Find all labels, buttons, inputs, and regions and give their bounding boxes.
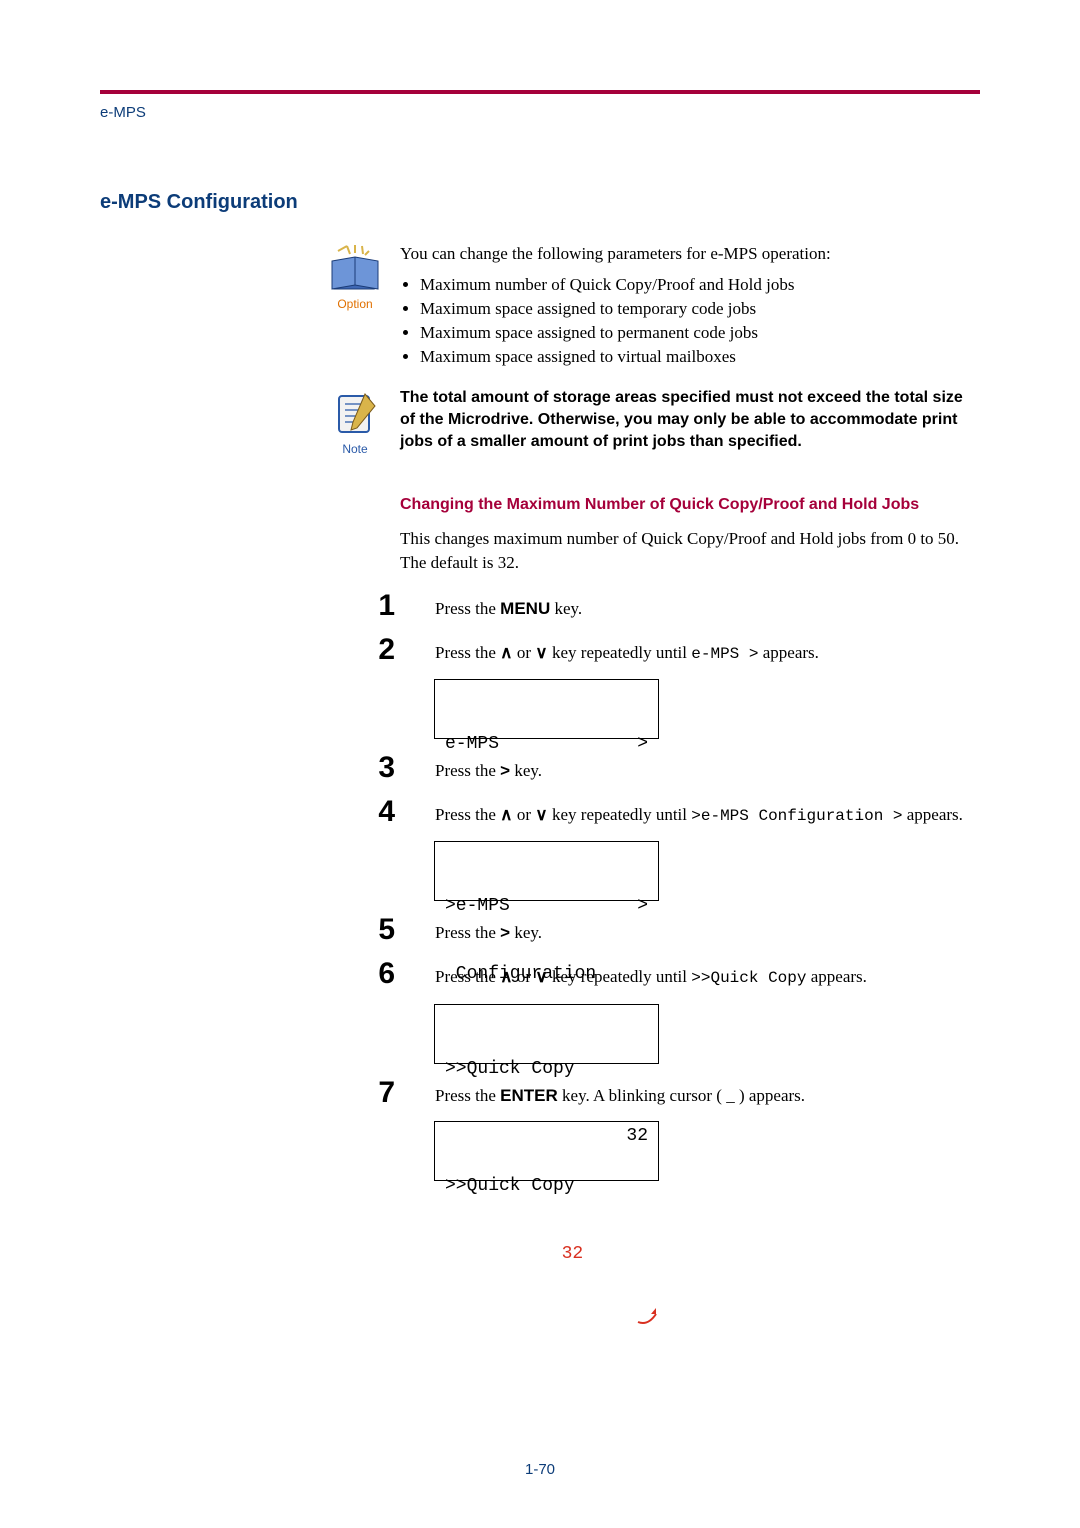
lcd-text: >e-MPS: [445, 895, 510, 918]
step-text-fragment: or: [513, 805, 536, 824]
key-name: >: [500, 761, 510, 780]
step-text-fragment: key repeatedly until: [548, 805, 692, 824]
subsection-heading: Changing the Maximum Number of Quick Cop…: [400, 494, 980, 516]
option-icon-label: Option: [337, 297, 372, 311]
lcd-inline: >>Quick Copy: [691, 969, 806, 987]
step-text-fragment: appears.: [806, 967, 866, 986]
key-name: MENU: [500, 599, 550, 618]
chevron-down-icon: ∨: [535, 641, 547, 665]
lcd-display: >>Quick Copy 32: [434, 1004, 659, 1064]
step-number: 7: [365, 1076, 395, 1110]
step-number: 3: [365, 751, 395, 785]
section-title: e-MPS Configuration: [100, 191, 980, 214]
step-3: 3 Press the > key.: [400, 759, 980, 783]
running-header: e-MPS: [100, 104, 980, 121]
step-text-fragment: or: [513, 967, 536, 986]
page-number: 1-70: [0, 1461, 1080, 1478]
chevron-down-icon: ∨: [535, 803, 547, 827]
lcd-text: >>Quick Copy: [445, 1175, 648, 1198]
step-text-fragment: Press the: [435, 761, 500, 780]
intro-lead: You can change the following parameters …: [400, 242, 980, 267]
key-name: ENTER: [500, 1086, 558, 1105]
chevron-up-icon: ∧: [500, 803, 512, 827]
intro-bullet-list: Maximum number of Quick Copy/Proof and H…: [400, 275, 980, 367]
chevron-down-icon: ∨: [535, 965, 547, 989]
page-container: e-MPS e-MPS Configuration Option You can…: [0, 0, 1080, 1528]
step-text-fragment: key. A blinking cursor ( _ ) appears.: [558, 1086, 805, 1105]
lcd-display: >>Quick Copy 32: [434, 1121, 659, 1181]
curved-arrow-icon: [636, 1304, 666, 1326]
lcd-text: >>Quick Copy: [445, 1058, 648, 1081]
step-text-fragment: appears.: [903, 805, 963, 824]
note-icon-block: Note: [320, 387, 390, 456]
page-top-rule: [100, 90, 980, 94]
option-icon-block: Option: [320, 242, 390, 311]
step-text-fragment: key repeatedly until: [548, 643, 692, 662]
step-2: 2 Press the ∧ or ∨ key repeatedly until …: [400, 641, 980, 739]
step-text-fragment: key.: [510, 761, 542, 780]
lcd-cursor-value: 32: [562, 1243, 648, 1311]
step-5: 5 Press the > key.: [400, 921, 980, 945]
key-name: >: [500, 923, 510, 942]
note-icon-label: Note: [342, 442, 367, 456]
lcd-text: >: [637, 895, 648, 918]
step-4: 4 Press the ∧ or ∨ key repeatedly until …: [400, 803, 980, 901]
lcd-inline: >e-MPS Configuration >: [691, 807, 902, 825]
intro-bullet: Maximum space assigned to permanent code…: [420, 323, 980, 343]
step-number: 5: [365, 913, 395, 947]
step-text-fragment: appears.: [758, 643, 818, 662]
step-text-fragment: key.: [550, 599, 582, 618]
step-number: 6: [365, 957, 395, 991]
note-text: The total amount of storage areas specif…: [400, 387, 980, 454]
step-number: 4: [365, 795, 395, 829]
intro-bullet: Maximum space assigned to virtual mailbo…: [420, 347, 980, 367]
step-text-fragment: key.: [510, 923, 542, 942]
intro-bullet: Maximum space assigned to temporary code…: [420, 299, 980, 319]
step-text-fragment: or: [513, 643, 536, 662]
chevron-up-icon: ∧: [500, 965, 512, 989]
chevron-up-icon: ∧: [500, 641, 512, 665]
step-text-fragment: Press the: [435, 1086, 500, 1105]
lcd-text: e-MPS: [445, 733, 499, 756]
subsection-body: This changes maximum number of Quick Cop…: [400, 527, 980, 575]
step-7: 7 Press the ENTER key. A blinking cursor…: [400, 1084, 980, 1182]
step-1: 1 Press the MENU key.: [400, 597, 980, 621]
step-text-fragment: Press the: [435, 643, 500, 662]
lcd-display: e-MPS>: [434, 679, 659, 739]
step-number: 2: [365, 633, 395, 667]
step-6: 6 Press the ∧ or ∨ key repeatedly until …: [400, 965, 980, 1063]
step-text-fragment: Press the: [435, 599, 500, 618]
step-text-fragment: key repeatedly until: [548, 967, 692, 986]
step-number: 1: [365, 589, 395, 623]
option-book-icon: [325, 242, 385, 294]
lcd-display: >e-MPS> Configuration: [434, 841, 659, 901]
note-pad-icon: [325, 387, 385, 439]
lcd-text: >: [637, 733, 648, 756]
step-text-fragment: Press the: [435, 967, 500, 986]
step-text-fragment: Press the: [435, 805, 500, 824]
intro-bullet: Maximum number of Quick Copy/Proof and H…: [420, 275, 980, 295]
step-text-fragment: Press the: [435, 923, 500, 942]
lcd-inline: e-MPS >: [691, 645, 758, 663]
